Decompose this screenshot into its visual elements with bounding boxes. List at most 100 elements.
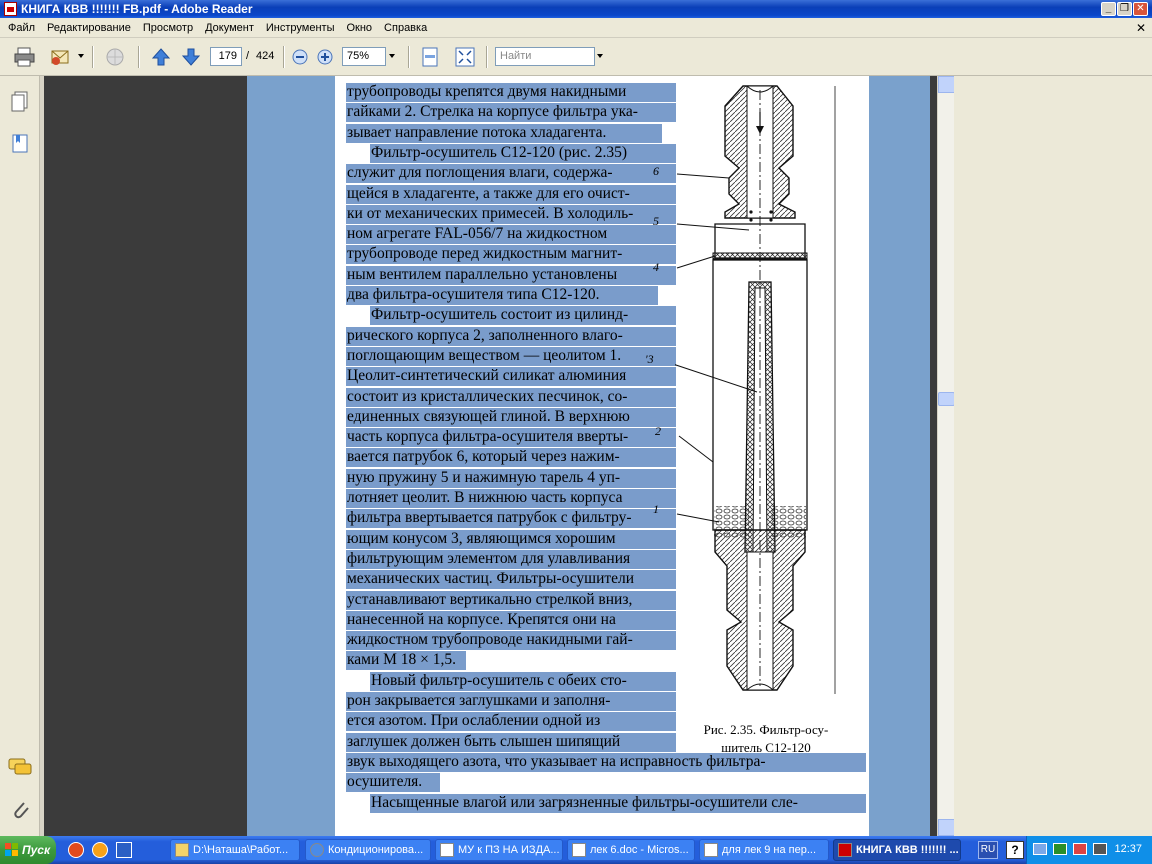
- window-title: КНИГА КВВ !!!!!!! FB.pdf - Adobe Reader: [21, 2, 253, 16]
- zoom-dropdown-arrow[interactable]: [389, 54, 395, 58]
- menu-edit[interactable]: Редактирование: [41, 22, 137, 34]
- page-text-line[interactable]: трубопроводе перед жидкостным магнит-: [347, 244, 677, 264]
- page-text-line[interactable]: единенных связующей глиной. В верхнюю: [347, 407, 677, 427]
- scroll-down-button[interactable]: [938, 819, 955, 836]
- figure-label-2: 2: [655, 424, 661, 438]
- fit-page-icon[interactable]: [419, 46, 441, 68]
- page-text-line[interactable]: осушителя.: [347, 772, 441, 792]
- page-text-line[interactable]: Насыщенные влагой или загрязненные фильт…: [371, 793, 867, 813]
- bookmarks-panel-icon[interactable]: [9, 132, 31, 156]
- document-close-button[interactable]: ✕: [1136, 21, 1146, 35]
- page-text-line[interactable]: ки от механических примесей. В холодиль-: [347, 204, 677, 224]
- clock: 12:37: [1114, 843, 1142, 855]
- windows-logo-icon: [5, 843, 18, 856]
- page-text-line[interactable]: гайками 2. Стрелка на корпусе фильтра ук…: [347, 102, 677, 122]
- page-text-line[interactable]: устанавливают вертикально стрелкой вниз,: [347, 590, 677, 610]
- page-text-line[interactable]: служит для поглощения влаги, содержа-: [347, 163, 677, 183]
- network-icon[interactable]: [1033, 843, 1047, 855]
- taskbar-item-word-lek9[interactable]: для лек 9 на пер...: [699, 839, 829, 861]
- help-icon[interactable]: ?: [1006, 841, 1024, 859]
- page-text-line[interactable]: два фильтра-осушителя типа С12-120.: [347, 285, 659, 305]
- page-text-line[interactable]: рического корпуса 2, заполненного влаго-: [347, 326, 677, 346]
- menu-file[interactable]: Файл: [2, 22, 41, 34]
- page-separator: /: [246, 50, 250, 62]
- maximize-button[interactable]: ❐: [1117, 2, 1132, 16]
- page-text-line[interactable]: Фильтр-осушитель С12-120 (рис. 2.35): [371, 143, 677, 163]
- toolbar-separator: [138, 46, 140, 68]
- page-text-line[interactable]: трубопроводы крепятся двумя накидными: [347, 82, 677, 102]
- page-text-line[interactable]: щейся в хладагенте, а также для его очис…: [347, 184, 677, 204]
- start-button[interactable]: Пуск: [0, 836, 56, 864]
- toolbar-separator: [283, 46, 285, 68]
- fit-window-icon[interactable]: [454, 46, 476, 68]
- menu-window[interactable]: Окно: [340, 22, 378, 34]
- page-text-line[interactable]: лотняет цеолит. В нижнюю часть корпуса: [347, 488, 677, 508]
- security-icon[interactable]: [1073, 843, 1087, 855]
- zoom-in-icon[interactable]: [316, 46, 334, 68]
- page-text-line[interactable]: Цеолит-синтетический силикат алюминия: [347, 366, 677, 386]
- zoom-out-icon[interactable]: [291, 46, 309, 68]
- search-input[interactable]: Найти: [495, 47, 595, 66]
- taskbar-item-adobe-reader[interactable]: КНИГА КВВ !!!!!!! ...: [833, 839, 961, 861]
- page-text-line[interactable]: фильтрующим элементом для улавливания: [347, 549, 677, 569]
- page-text-line[interactable]: ющим конусом 3, являющимся хорошим: [347, 529, 677, 549]
- title-bar: КНИГА КВВ !!!!!!! FB.pdf - Adobe Reader …: [0, 0, 1152, 18]
- search-dropdown-arrow[interactable]: [597, 54, 603, 58]
- page-text-line[interactable]: ную пружину 5 и нажимную тарель 4 уп-: [347, 468, 677, 488]
- mail-quicklaunch-icon[interactable]: [92, 842, 108, 858]
- page-text-line[interactable]: ется азотом. При ослаблении одной из: [347, 711, 677, 731]
- page-text-line[interactable]: заглушек должен быть слышен шипящий: [347, 732, 677, 752]
- language-indicator[interactable]: RU: [978, 841, 998, 859]
- previous-page-icon[interactable]: [150, 46, 172, 68]
- email-dropdown-arrow[interactable]: [78, 54, 84, 58]
- filter-drier-figure: [675, 85, 836, 694]
- scroll-up-button[interactable]: [938, 76, 955, 93]
- taskbar-item-word-lek6[interactable]: лек 6.doc - Micros...: [567, 839, 695, 861]
- attachments-panel-icon[interactable]: [9, 798, 31, 822]
- print-icon[interactable]: [12, 46, 38, 68]
- page-text-line[interactable]: состоит из кристаллических песчинок, со-: [347, 387, 677, 407]
- page-text-line[interactable]: механических частиц. Фильтры-осушители: [347, 569, 677, 589]
- vertical-scrollbar[interactable]: [937, 76, 955, 836]
- page-text-line[interactable]: часть корпуса фильтра-осушителя вверты-: [347, 427, 677, 447]
- comments-panel-icon[interactable]: [7, 756, 33, 778]
- page-text-line[interactable]: ном агрегате FAL-056/7 на жидкостном: [347, 224, 677, 244]
- zoom-level-input[interactable]: 75%: [342, 47, 386, 66]
- taskbar-item-folder[interactable]: D:\Наташа\Работ...: [170, 839, 300, 861]
- scroll-thumb[interactable]: [938, 392, 955, 406]
- browser-quicklaunch-icon[interactable]: [68, 842, 84, 858]
- menu-document[interactable]: Документ: [199, 22, 260, 34]
- word-doc-icon: [704, 843, 718, 857]
- volume-icon[interactable]: [1093, 843, 1107, 855]
- close-button[interactable]: ✕: [1133, 2, 1148, 16]
- taskbar-item-label: КНИГА КВВ !!!!!!! ...: [856, 844, 959, 856]
- menu-view[interactable]: Просмотр: [137, 22, 199, 34]
- email-icon[interactable]: [48, 46, 74, 68]
- menu-help[interactable]: Справка: [378, 22, 433, 34]
- page-text-line[interactable]: жидкостном трубопроводе накидными гай-: [347, 630, 677, 650]
- word-quicklaunch-icon[interactable]: [116, 842, 132, 858]
- figure-caption-line1: Рис. 2.35. Фильтр-осу-: [703, 722, 829, 737]
- page-text-line[interactable]: ками М 18 × 1,5.: [347, 650, 467, 670]
- system-tray: 12:37: [1026, 836, 1152, 864]
- figure-label-6: 6: [653, 164, 659, 178]
- figure-label-3: '3: [645, 352, 654, 366]
- toolbar-separator: [408, 46, 410, 68]
- page-text-line[interactable]: рон закрывается заглушками и заполня-: [347, 691, 677, 711]
- page-text-line[interactable]: Фильтр-осушитель состоит из цилинд-: [371, 305, 677, 325]
- page-number-input[interactable]: 179: [210, 47, 242, 66]
- minimize-button[interactable]: _: [1101, 2, 1116, 16]
- taskbar-item-browser[interactable]: Кондиционирова...: [305, 839, 431, 861]
- page-text-line[interactable]: фильтра ввертывается патрубок с фильтру-: [347, 508, 677, 528]
- page-text-line[interactable]: зывает направление потока хладагента.: [347, 123, 663, 143]
- taskbar-item-word-mu[interactable]: МУ к ПЗ НА ИЗДА...: [435, 839, 563, 861]
- menu-tools[interactable]: Инструменты: [260, 22, 341, 34]
- page-text-line[interactable]: нанесенной на корпусе. Крепятся они на: [347, 610, 677, 630]
- page-text-line[interactable]: вается патрубок 6, который через нажим-: [347, 447, 677, 467]
- page-text-line[interactable]: ным вентилем параллельно установлены: [347, 265, 677, 285]
- pages-panel-icon[interactable]: [9, 90, 31, 114]
- signal-icon[interactable]: [1053, 843, 1067, 855]
- page-text-line[interactable]: Новый фильтр-осушитель с обеих сто-: [371, 671, 677, 691]
- next-page-icon[interactable]: [180, 46, 202, 68]
- page-text-line[interactable]: поглощающим веществом — цеолитом 1.: [347, 346, 677, 366]
